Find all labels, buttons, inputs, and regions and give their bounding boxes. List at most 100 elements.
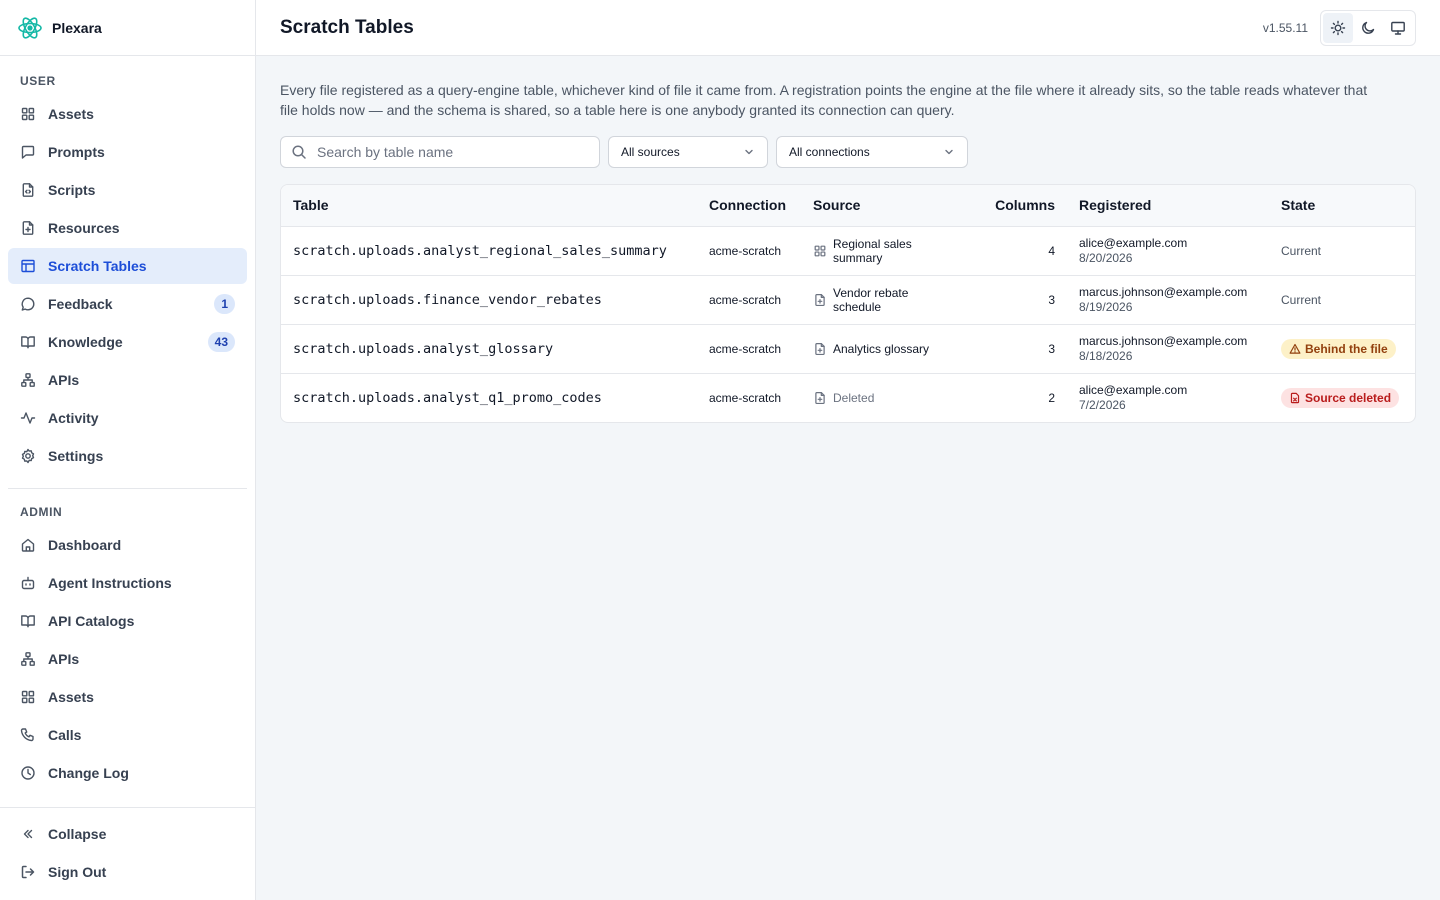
sidebar-item-label: Calls — [48, 727, 82, 743]
registered-date: 8/20/2026 — [1079, 250, 1133, 265]
column-header-connection[interactable]: Connection — [697, 185, 801, 227]
file-x-icon — [1289, 392, 1301, 404]
connection-filter-value: All connections — [789, 145, 870, 159]
section-label-admin: ADMIN — [20, 505, 63, 519]
sign-out-label: Sign Out — [48, 864, 107, 880]
table-name-cell[interactable]: scratch.uploads.finance_vendor_rebates — [281, 275, 697, 324]
sidebar-item-label: Knowledge — [48, 334, 123, 350]
sidebar-item-label: Scripts — [48, 182, 96, 198]
brand-name: Plexara — [52, 19, 102, 36]
sidebar-item-feedback[interactable]: Feedback 1 — [8, 286, 247, 322]
connection-filter-select[interactable]: All connections — [776, 136, 968, 168]
column-header-columns[interactable]: Columns — [969, 185, 1067, 227]
light-theme-button[interactable] — [1323, 12, 1353, 43]
book-open-icon — [20, 613, 36, 629]
gear-icon — [20, 448, 36, 464]
moon-icon — [1360, 20, 1376, 36]
table-name-cell[interactable]: scratch.uploads.analyst_glossary — [281, 324, 697, 373]
column-header-registered[interactable]: Registered — [1067, 185, 1269, 227]
nav-scroll[interactable]: USER Assets Prompts Scripts Resources Scratc… — [0, 56, 255, 808]
source-filter-select[interactable]: All sources — [608, 136, 768, 168]
source-label: Deleted — [833, 390, 875, 405]
registered-cell: alice@example.com 8/20/2026 — [1067, 226, 1269, 275]
clock-icon — [20, 765, 36, 781]
source-cell: Deleted — [801, 373, 969, 422]
registered-by: alice@example.com — [1079, 235, 1188, 250]
log-out-icon — [20, 864, 36, 880]
source-link[interactable]: Regional sales summary — [813, 237, 957, 265]
sun-icon — [1330, 20, 1346, 36]
columns-count-cell: 2 — [1048, 390, 1055, 405]
source-link[interactable]: Vendor rebate schedule — [813, 286, 957, 314]
table-name-cell[interactable]: scratch.uploads.analyst_regional_sales_s… — [281, 226, 697, 275]
brand[interactable]: Plexara — [0, 0, 255, 56]
sidebar-item-scripts[interactable]: Scripts — [8, 172, 247, 208]
sidebar-item-resources[interactable]: Resources — [8, 210, 247, 246]
sidebar-item-dashboard[interactable]: Dashboard — [8, 527, 247, 563]
connection-cell: acme-scratch — [709, 341, 782, 356]
connection-cell: acme-scratch — [709, 243, 782, 258]
top-bar: Scratch Tables v1.55.11 — [256, 0, 1440, 56]
sidebar-item-label: Assets — [48, 106, 94, 122]
registered-by: alice@example.com — [1079, 382, 1188, 397]
search-icon — [291, 144, 307, 160]
source-cell: Analytics glossary — [801, 324, 969, 373]
sidebar-item-knowledge[interactable]: Knowledge 43 — [8, 324, 247, 360]
count-badge: 43 — [207, 332, 235, 352]
sidebar-item-label: APIs — [48, 651, 80, 667]
theme-switcher — [1320, 9, 1416, 46]
message-square-icon — [20, 144, 36, 160]
collapse-button[interactable]: Collapse — [8, 816, 247, 852]
sidebar-item-prompts[interactable]: Prompts — [8, 134, 247, 170]
sidebar-item-apis[interactable]: APIs — [8, 362, 247, 398]
sidebar-item-assets[interactable]: Assets — [8, 96, 247, 132]
count-badge: 1 — [214, 294, 235, 314]
column-header-source[interactable]: Source — [801, 185, 969, 227]
sidebar-item-label: Feedback — [48, 296, 113, 312]
book-open-icon — [20, 334, 36, 350]
column-header-table[interactable]: Table — [281, 185, 697, 227]
sidebar-item-calls[interactable]: Calls — [8, 717, 247, 753]
sidebar-item-label: APIs — [48, 372, 80, 388]
sidebar-item-assets[interactable]: Assets — [8, 679, 247, 715]
source-label: Analytics glossary — [833, 341, 930, 356]
column-header-state[interactable]: State — [1269, 185, 1415, 227]
file-plus-icon — [813, 293, 827, 307]
sidebar-item-scratch-tables[interactable]: Scratch Tables — [8, 248, 247, 284]
chevron-down-icon — [743, 146, 755, 158]
table-row[interactable]: scratch.uploads.finance_vendor_rebates ac… — [281, 275, 1415, 324]
grid-icon — [20, 106, 36, 122]
source-link[interactable]: Analytics glossary — [813, 342, 957, 356]
sidebar-item-activity[interactable]: Activity — [8, 400, 247, 436]
chevrons-left-icon — [20, 826, 36, 842]
chevron-down-icon — [943, 146, 955, 158]
sidebar-item-label: Activity — [48, 410, 99, 426]
sign-out-button[interactable]: Sign Out — [8, 854, 247, 890]
sidebar-item-change-log[interactable]: Change Log — [8, 755, 247, 791]
sidebar-item-settings[interactable]: Settings — [8, 438, 247, 474]
version-label: v1.55.11 — [1262, 20, 1308, 35]
sidebar-item-agent-instructions[interactable]: Agent Instructions — [8, 565, 247, 601]
sidebar-item-label: Agent Instructions — [48, 575, 172, 591]
alert-triangle-icon — [1289, 343, 1301, 355]
filter-bar: All sources All connections — [280, 136, 1416, 168]
sidebar-item-label: API Catalogs — [48, 613, 135, 629]
sidebar-item-label: Prompts — [48, 144, 105, 160]
table-row[interactable]: scratch.uploads.analyst_glossary acme-scr… — [281, 324, 1415, 373]
bot-icon — [20, 575, 36, 591]
search-input[interactable] — [317, 144, 577, 160]
state-cell: Current — [1269, 226, 1415, 275]
file-plus-icon — [813, 342, 827, 356]
sidebar-item-apis[interactable]: APIs — [8, 641, 247, 677]
sidebar-item-api-catalogs[interactable]: API Catalogs — [8, 603, 247, 639]
table-row[interactable]: scratch.uploads.analyst_regional_sales_s… — [281, 226, 1415, 275]
table-header-row: Table Connection Source Columns Register… — [281, 185, 1415, 227]
table-row[interactable]: scratch.uploads.analyst_q1_promo_codes ac… — [281, 373, 1415, 422]
registered-cell: alice@example.com 7/2/2026 — [1067, 373, 1269, 422]
search-box[interactable] — [280, 136, 600, 168]
source-link[interactable]: Deleted — [813, 391, 957, 405]
system-theme-button[interactable] — [1383, 13, 1413, 43]
table-name-cell[interactable]: scratch.uploads.analyst_q1_promo_codes — [281, 373, 697, 422]
home-icon — [20, 537, 36, 553]
dark-theme-button[interactable] — [1353, 13, 1383, 43]
